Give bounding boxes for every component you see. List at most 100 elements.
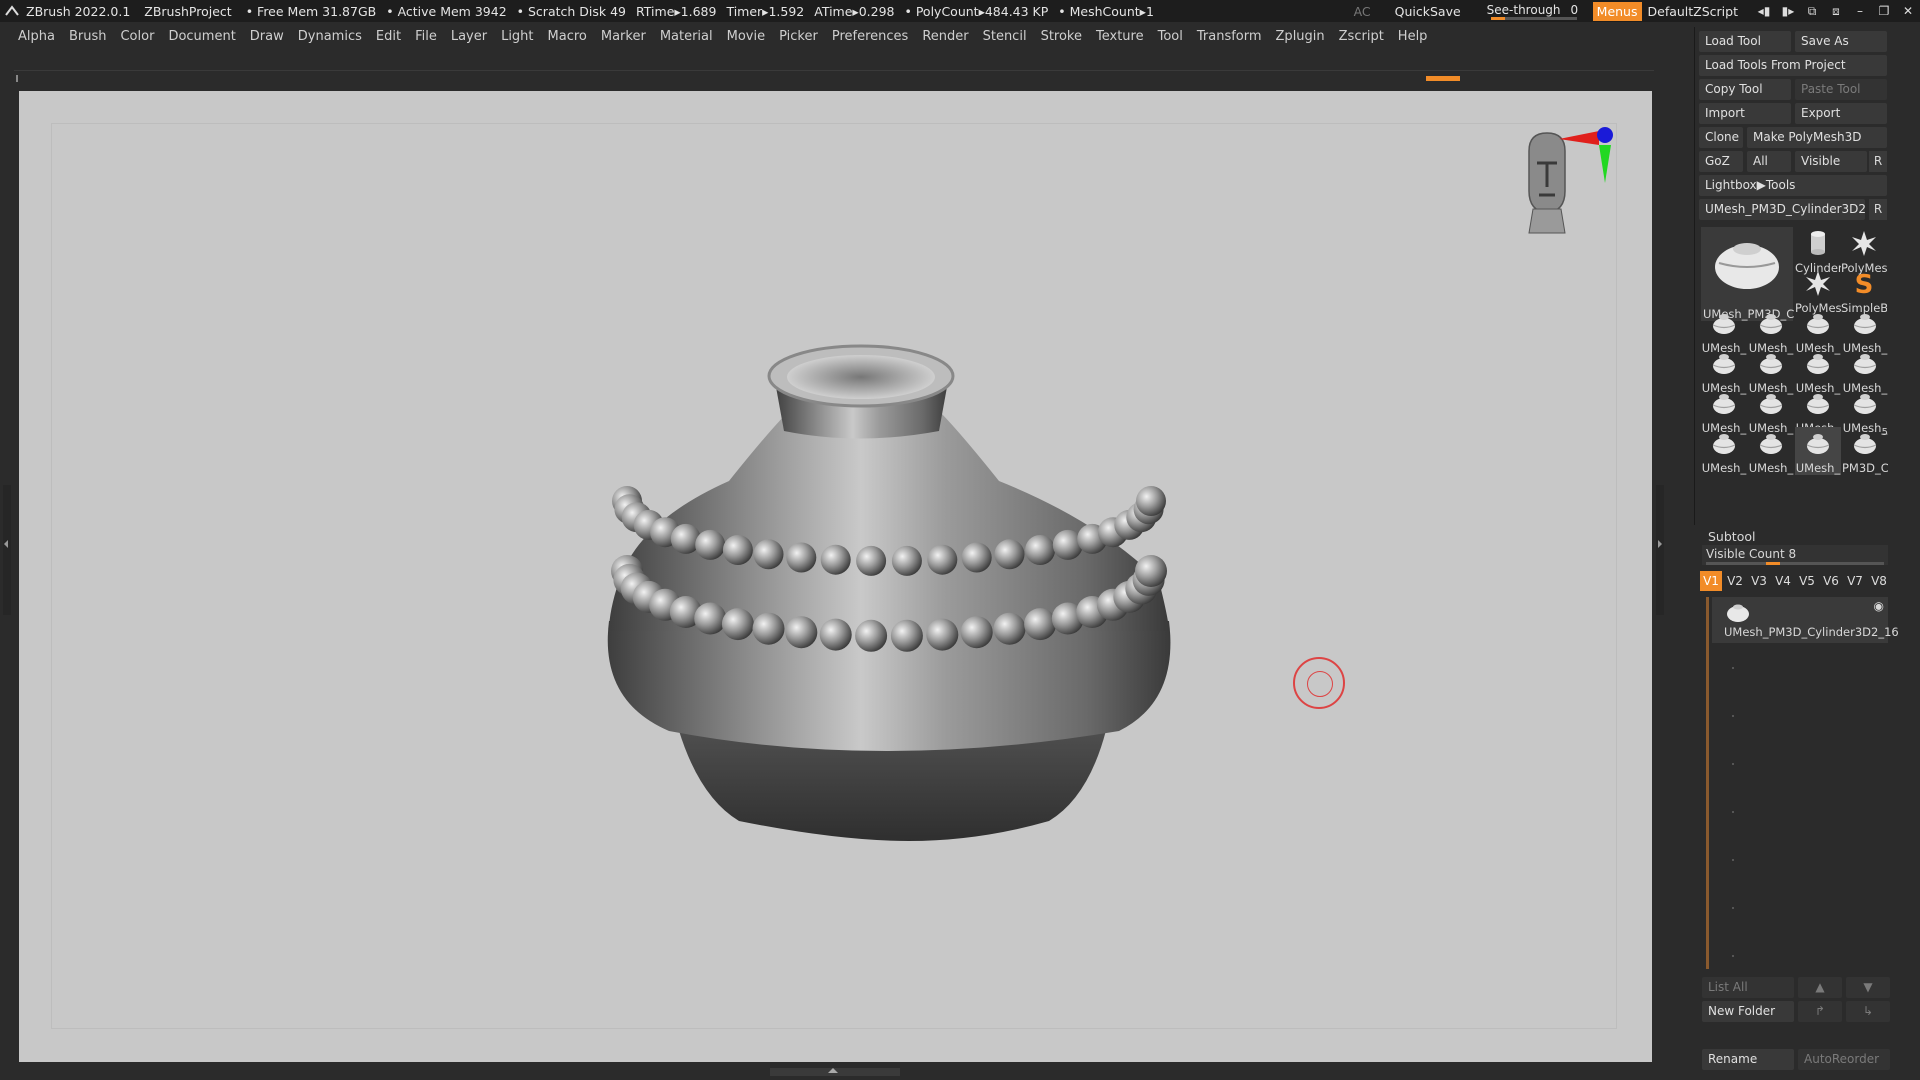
ac-button[interactable]: AC <box>1354 4 1371 19</box>
rewind-icon[interactable]: ◂▮ <box>1752 4 1776 18</box>
umesh-thumb-icon <box>1759 394 1783 414</box>
menu-movie[interactable]: Movie <box>720 29 772 44</box>
visibility-set-v6[interactable]: V6 <box>1820 571 1842 591</box>
export-button[interactable]: Export <box>1795 103 1887 124</box>
menu-texture[interactable]: Texture <box>1089 29 1151 44</box>
menus-toggle-button[interactable]: Menus <box>1592 1 1642 21</box>
folder-out-icon[interactable]: ↳ <box>1846 1001 1890 1022</box>
vase-bead <box>753 539 784 570</box>
move-down-icon[interactable]: ▼ <box>1846 977 1890 998</box>
menu-picker[interactable]: Picker <box>772 29 825 44</box>
lightbox-tools-button[interactable]: Lightbox▶Tools <box>1699 175 1887 196</box>
new-folder-button[interactable]: New Folder <box>1702 1001 1794 1022</box>
visibility-set-v7[interactable]: V7 <box>1844 571 1866 591</box>
menu-macro[interactable]: Macro <box>541 29 594 44</box>
menu-layer[interactable]: Layer <box>444 29 494 44</box>
menu-render[interactable]: Render <box>915 29 975 44</box>
visibility-set-v8[interactable]: V8 <box>1868 571 1890 591</box>
menu-file[interactable]: File <box>408 29 444 44</box>
current-tool-r-button[interactable]: R <box>1869 199 1887 220</box>
quicksave-button[interactable]: QuickSave <box>1395 4 1461 19</box>
rename-button[interactable]: Rename <box>1702 1049 1794 1070</box>
menu-zplugin[interactable]: Zplugin <box>1269 29 1332 44</box>
list-all-button[interactable]: List All <box>1702 977 1794 998</box>
z-axis-dot-icon[interactable] <box>1597 127 1613 143</box>
menu-stencil[interactable]: Stencil <box>976 29 1034 44</box>
menu-edit[interactable]: Edit <box>369 29 408 44</box>
folder-in-icon[interactable]: ↱ <box>1798 1001 1842 1022</box>
forward-icon[interactable]: ▮▸ <box>1776 4 1800 18</box>
right-tray-handle[interactable] <box>1656 485 1664 615</box>
umesh-thumb-icon <box>1759 314 1783 334</box>
clone-button[interactable]: Clone <box>1699 127 1743 148</box>
shelf-highlight <box>1426 76 1460 81</box>
left-tray-handle[interactable] <box>3 485 11 615</box>
menu-material[interactable]: Material <box>653 29 720 44</box>
copy-tool-button[interactable]: Copy Tool <box>1699 79 1791 100</box>
menu-draw[interactable]: Draw <box>243 29 291 44</box>
visible-count-slider[interactable]: Visible Count 8 <box>1702 545 1888 565</box>
current-tool-name[interactable]: UMesh_PM3D_Cylinder3D2_1 <box>1699 199 1865 220</box>
menu-marker[interactable]: Marker <box>594 29 653 44</box>
vase-bead <box>927 544 958 575</box>
navigation-gizmo[interactable] <box>1519 121 1629 251</box>
menu-color[interactable]: Color <box>113 29 161 44</box>
see-through-slider[interactable]: See-through 0 <box>1487 2 1581 20</box>
visibility-eye-icon[interactable]: ◉ <box>1874 599 1884 613</box>
menu-stroke[interactable]: Stroke <box>1034 29 1089 44</box>
vase-model[interactable] <box>579 321 1219 881</box>
restore-icon[interactable]: ❐ <box>1872 4 1896 18</box>
visibility-set-v5[interactable]: V5 <box>1796 571 1818 591</box>
auto-reorder-button[interactable]: AutoReorder <box>1798 1049 1890 1070</box>
goz-r-button[interactable]: R <box>1869 151 1887 172</box>
tool-thumb-label: UMesh_ <box>1748 461 1794 475</box>
visibility-set-v3[interactable]: V3 <box>1748 571 1770 591</box>
subtool-item[interactable]: ◉ UMesh_PM3D_Cylinder3D2_16 <box>1712 597 1899 643</box>
menu-brush[interactable]: Brush <box>62 29 114 44</box>
goz-button[interactable]: GoZ <box>1699 151 1743 172</box>
layout-icon[interactable]: ⧉ <box>1800 4 1824 19</box>
load-tools-from-project-button[interactable]: Load Tools From Project <box>1699 55 1887 76</box>
tool-thumb[interactable]: UMesh_ <box>1795 427 1841 475</box>
subtool-scrollbar[interactable] <box>1706 597 1709 969</box>
move-up-icon[interactable]: ▲ <box>1798 977 1842 998</box>
save-as-button[interactable]: Save As <box>1795 31 1887 52</box>
default-zscript-button[interactable]: DefaultZScript <box>1648 4 1739 19</box>
paste-tool-button[interactable]: Paste Tool <box>1795 79 1887 100</box>
vase-bead <box>890 619 923 652</box>
menu-light[interactable]: Light <box>494 29 540 44</box>
menu-tool[interactable]: Tool <box>1151 29 1190 44</box>
simple-brush-icon: S <box>1855 270 1874 297</box>
menu-zscript[interactable]: Zscript <box>1332 29 1391 44</box>
import-button[interactable]: Import <box>1699 103 1791 124</box>
menu-dynamics[interactable]: Dynamics <box>291 29 369 44</box>
vase-bead <box>785 616 818 649</box>
subtool-title[interactable]: Subtool <box>1708 529 1755 544</box>
vase-bead <box>1136 486 1166 516</box>
x-axis-arrow-icon[interactable] <box>1559 131 1599 145</box>
bottom-tray-handle[interactable] <box>770 1068 900 1076</box>
menu-alpha[interactable]: Alpha <box>0 29 62 44</box>
goz-all-button[interactable]: All <box>1747 151 1791 172</box>
menu-preferences[interactable]: Preferences <box>825 29 915 44</box>
y-axis-arrow-icon[interactable] <box>1599 145 1611 183</box>
system-stats: • Free Mem 31.87GB • Active Mem 3942 • Scr… <box>246 4 1154 19</box>
vase-bead <box>721 608 754 641</box>
tool-thumb[interactable]: UMesh_ <box>1748 427 1794 475</box>
document-canvas[interactable] <box>19 91 1652 1062</box>
tool-thumb[interactable]: PM3D_C 5 <box>1842 427 1888 475</box>
layout2-icon[interactable]: ⧈ <box>1824 4 1848 19</box>
close-icon[interactable]: ✕ <box>1896 4 1920 18</box>
tool-thumb[interactable]: UMesh_ <box>1701 427 1747 475</box>
see-through-value: 0 <box>1570 3 1579 17</box>
load-tool-button[interactable]: Load Tool <box>1699 31 1791 52</box>
visibility-set-v4[interactable]: V4 <box>1772 571 1794 591</box>
menu-transform[interactable]: Transform <box>1190 29 1269 44</box>
visibility-set-v2[interactable]: V2 <box>1724 571 1746 591</box>
menu-help[interactable]: Help <box>1391 29 1435 44</box>
make-polymesh3d-button[interactable]: Make PolyMesh3D <box>1747 127 1887 148</box>
menu-document[interactable]: Document <box>161 29 242 44</box>
visibility-set-v1[interactable]: V1 <box>1700 571 1722 591</box>
goz-visible-button[interactable]: Visible <box>1795 151 1867 172</box>
minimize-icon[interactable]: – <box>1848 4 1872 18</box>
